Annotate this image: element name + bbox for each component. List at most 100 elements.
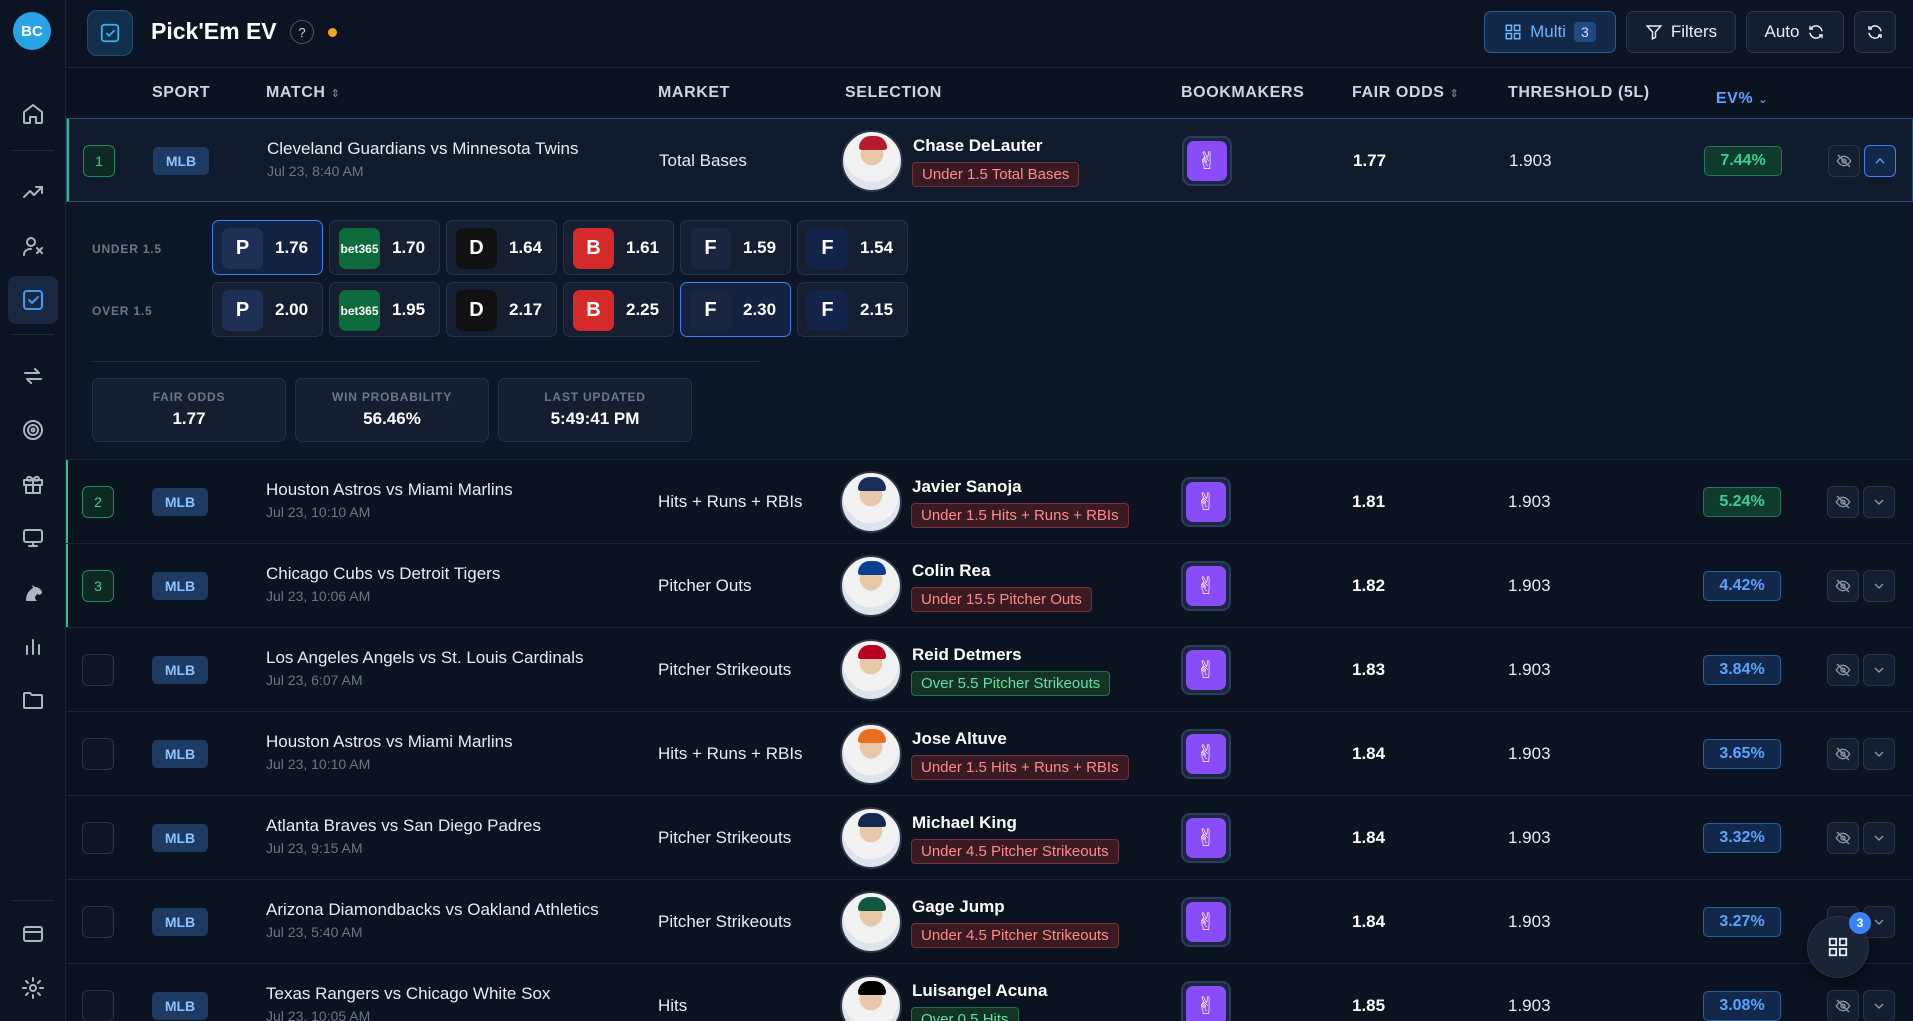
odds-card-under[interactable]: D 1.64 [446,220,557,275]
underdog-icon: ✌ [1186,734,1226,774]
nav-horse[interactable] [8,568,58,616]
nav-gift[interactable] [8,460,58,508]
refresh-button[interactable] [1854,11,1896,53]
nav-target[interactable] [8,406,58,454]
filters-button[interactable]: Filters [1626,11,1736,53]
odds-card-under[interactable]: F 1.54 [797,220,908,275]
row-select-checkbox[interactable] [82,990,114,1021]
odds-card-under[interactable]: F 1.59 [680,220,791,275]
row-select-checkbox[interactable] [82,822,114,854]
expand-row-button[interactable] [1863,990,1895,1021]
hide-row-button[interactable] [1827,822,1859,854]
bookmaker-logo[interactable]: ✌ [1181,813,1231,863]
table-row[interactable]: MLB Atlanta Braves vs San Diego Padres J… [66,796,1913,880]
bookmaker-logo: F [690,290,731,331]
odds-card-under[interactable]: P 1.76 [212,220,323,275]
hide-row-button[interactable] [1828,145,1860,177]
hide-row-button[interactable] [1827,654,1859,686]
nav-trending[interactable] [8,168,58,216]
table-row[interactable]: MLB Los Angeles Angels vs St. Louis Card… [66,628,1913,712]
row-select-checkbox[interactable] [82,906,114,938]
hide-row-button[interactable] [1827,990,1859,1021]
match-name: Atlanta Braves vs San Diego Padres [266,816,541,835]
bookmaker-logo[interactable]: ✌ [1181,561,1231,611]
match-time: Jul 23, 6:07 AM [266,672,363,688]
bookmaker-logo[interactable]: ✌ [1181,981,1231,1021]
refresh-icon [1868,25,1882,39]
bookmaker-mark: D [469,237,484,259]
stat-label: LAST UPDATED [544,390,646,404]
table-row[interactable]: 3 MLB Chicago Cubs vs Detroit Tigers Jul… [66,544,1913,628]
bookmaker-logo: D [456,290,497,331]
grid-icon [1828,937,1848,957]
bookmaker-logo: B [573,290,614,331]
table-row[interactable]: 1 MLB Cleveland Guardians vs Minnesota T… [66,118,1913,202]
nav-home[interactable] [8,90,58,138]
expand-row-button[interactable] [1863,822,1895,854]
fab-count-badge: 3 [1849,912,1871,934]
hide-row-button[interactable] [1827,570,1859,602]
expand-row-button[interactable] [1863,654,1895,686]
auto-refresh-button[interactable]: Auto [1746,11,1844,53]
odds-card-over[interactable]: F 2.15 [797,282,908,337]
multi-button[interactable]: Multi 3 [1484,11,1616,53]
sport-badge: MLB [152,572,208,600]
bookmaker-logo[interactable]: ✌ [1181,897,1231,947]
table-row[interactable]: MLB Houston Astros vs Miami Marlins Jul … [66,712,1913,796]
sidebar-divider [12,900,54,901]
bookmaker-logo[interactable]: ✌ [1181,645,1231,695]
nav-billing[interactable] [8,910,58,958]
nav-settings[interactable] [8,964,58,1012]
col-match[interactable]: MATCH ⇕ [266,84,340,102]
row-select-checkbox[interactable]: 3 [82,570,114,602]
odds-card-under[interactable]: B 1.61 [563,220,674,275]
odds-card-over[interactable]: F 2.30 [680,282,791,337]
odds-card-over[interactable]: D 2.17 [446,282,557,337]
hide-row-button[interactable] [1827,738,1859,770]
market-name: Total Bases [659,151,747,170]
threshold-value: 1.903 [1508,576,1551,595]
odds-value: 1.61 [626,238,660,257]
col-fair-odds[interactable]: FAIR ODDS ⇕ [1352,84,1459,102]
expand-row-button[interactable] [1863,570,1895,602]
bookmaker-mark: P [235,299,250,321]
help-icon[interactable]: ? [290,20,314,44]
table-row[interactable]: MLB Texas Rangers vs Chicago White Sox J… [66,964,1913,1021]
odds-card-under[interactable]: bet365 1.70 [329,220,440,275]
odds-card-over[interactable]: P 2.00 [212,282,323,337]
odds-card-over[interactable]: B 2.25 [563,282,674,337]
page-icon [87,10,133,56]
bookmaker-logo[interactable]: ✌ [1181,477,1231,527]
nav-monitor[interactable] [8,514,58,562]
player-avatar [840,891,902,953]
row-select-checkbox[interactable]: 2 [82,486,114,518]
row-select-checkbox[interactable] [82,654,114,686]
table-row[interactable]: 2 MLB Houston Astros vs Miami Marlins Ju… [66,460,1913,544]
expand-row-button[interactable] [1864,145,1896,177]
bookmaker-logo[interactable]: ✌ [1182,136,1232,186]
expand-row-button[interactable] [1863,486,1895,518]
market-name: Pitcher Strikeouts [658,912,792,931]
nav-arbitrage[interactable] [8,352,58,400]
market-name: Hits [658,996,688,1015]
fair-odds-value: 1.77 [1353,151,1387,170]
underdog-icon: ✌ [1186,650,1226,690]
nav-users[interactable] [8,222,58,270]
nav-stats[interactable] [8,622,58,670]
col-ev[interactable]: EV% ⌄ [1703,84,1781,114]
nav-pickem[interactable] [8,276,58,324]
row-select-checkbox[interactable] [82,738,114,770]
player-avatar [840,639,902,701]
table-row[interactable]: MLB Arizona Diamondbacks vs Oakland Athl… [66,880,1913,964]
bookmaker-logo[interactable]: ✌ [1181,729,1231,779]
odds-card-over[interactable]: bet365 1.95 [329,282,440,337]
hide-row-button[interactable] [1827,486,1859,518]
expand-row-button[interactable] [1863,738,1895,770]
app-logo[interactable]: BC [13,12,51,50]
sport-badge: MLB [152,740,208,768]
chevron-down-icon [1874,751,1884,757]
row-select-checkbox[interactable]: 1 [83,145,115,177]
player-name: Reid Detmers [912,645,1022,664]
bookmaker-mark: F [704,237,717,259]
nav-folder[interactable] [8,676,58,724]
